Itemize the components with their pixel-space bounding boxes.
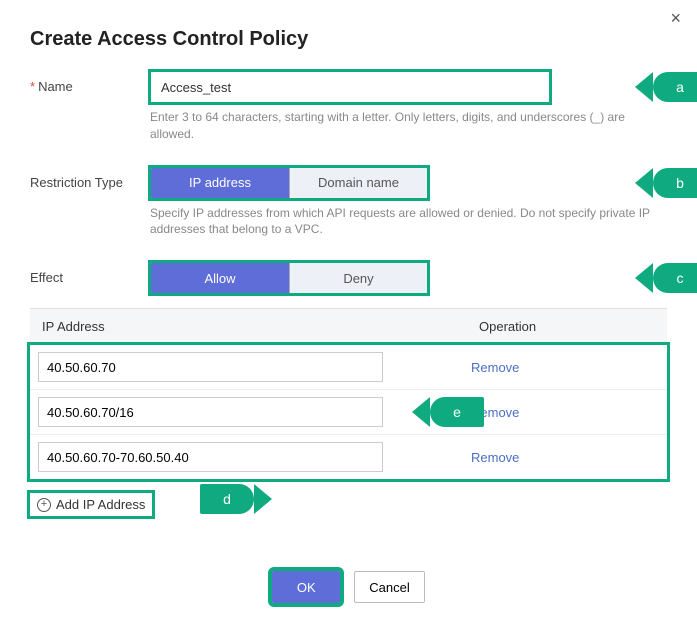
- restriction-label: Restriction Type: [30, 167, 150, 190]
- callout-b: b: [653, 168, 697, 198]
- cancel-button[interactable]: Cancel: [354, 571, 424, 603]
- row-name: *Name a Enter 3 to 64 characters, starti…: [30, 71, 667, 161]
- remove-link[interactable]: Remove: [471, 450, 519, 465]
- effect-label: Effect: [30, 262, 150, 285]
- restriction-option-domain[interactable]: Domain name: [289, 168, 427, 198]
- table-row: Remove: [30, 345, 667, 390]
- callout-c: c: [653, 263, 697, 293]
- ip-input[interactable]: [38, 442, 383, 472]
- plus-icon: +: [37, 498, 51, 512]
- add-ip-label: Add IP Address: [56, 497, 145, 512]
- remove-link[interactable]: Remove: [471, 360, 519, 375]
- callout-a: a: [653, 72, 697, 102]
- table-body: Remove Remove e Remove: [30, 345, 667, 479]
- ip-table: IP Address Operation Remove Remove e Rem…: [30, 308, 667, 479]
- effect-option-deny[interactable]: Deny: [289, 263, 427, 293]
- dialog-footer: OK Cancel: [0, 571, 697, 603]
- effect-segmented: Allow Deny: [150, 262, 428, 294]
- dialog-title: Create Access Control Policy: [0, 0, 697, 71]
- ip-input[interactable]: [38, 352, 383, 382]
- effect-option-allow[interactable]: Allow: [151, 263, 289, 293]
- restriction-option-ip[interactable]: IP address: [151, 168, 289, 198]
- table-header: IP Address Operation: [30, 309, 667, 345]
- th-ip: IP Address: [30, 309, 467, 344]
- name-label-text: Name: [38, 79, 73, 94]
- restriction-hint: Specify IP addresses from which API requ…: [150, 205, 660, 239]
- ip-input[interactable]: [38, 397, 383, 427]
- table-row: Remove: [30, 435, 667, 479]
- row-restriction: Restriction Type IP address Domain name …: [30, 167, 667, 257]
- restriction-segmented: IP address Domain name: [150, 167, 428, 199]
- close-icon[interactable]: ×: [670, 8, 681, 29]
- row-effect: Effect Allow Deny c: [30, 262, 667, 294]
- callout-d: d: [200, 484, 254, 514]
- add-ip-button[interactable]: + Add IP Address: [30, 493, 152, 516]
- th-operation: Operation: [467, 309, 667, 344]
- callout-e: e: [430, 397, 484, 427]
- name-hint: Enter 3 to 64 characters, starting with …: [150, 109, 660, 143]
- name-label: *Name: [30, 71, 150, 94]
- ok-button[interactable]: OK: [272, 571, 340, 603]
- table-row: Remove e: [30, 390, 667, 435]
- name-input[interactable]: [150, 71, 550, 103]
- required-marker: *: [30, 79, 35, 94]
